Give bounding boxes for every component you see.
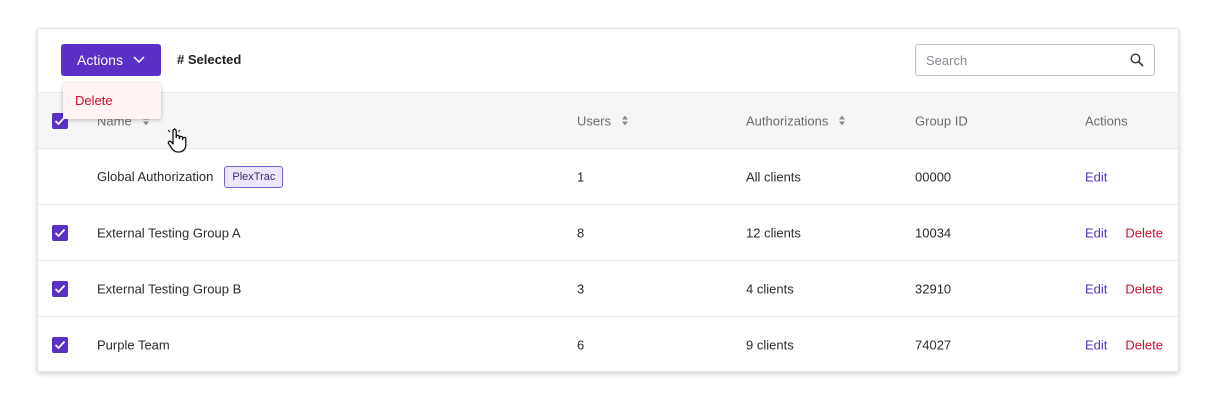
dropdown-item-delete[interactable]: Delete [75, 93, 113, 108]
column-header-users[interactable]: Users [577, 113, 629, 128]
row-group-id: 74027 [915, 337, 952, 353]
search-box[interactable] [915, 44, 1155, 76]
row-name-cell: Global Authorization PlexTrac [97, 165, 284, 188]
checkmark-icon [54, 284, 66, 293]
row-authorizations: All clients [746, 169, 801, 184]
sort-icon [839, 115, 846, 126]
table-row: Global Authorization PlexTrac 1 All clie… [38, 149, 1178, 205]
authorizations-card: Actions # Selected Name [37, 28, 1179, 372]
row-users: 8 [577, 225, 585, 240]
checkmark-icon [54, 340, 66, 350]
row-actions: Edit Delete [1085, 225, 1163, 240]
sort-icon [621, 115, 628, 126]
column-header-group-id-label: Group ID [915, 113, 968, 128]
row-checkbox[interactable] [52, 280, 68, 297]
hand-pointer-icon [167, 128, 187, 153]
plextrac-badge: PlexTrac [224, 165, 284, 188]
search-icon[interactable] [1130, 53, 1144, 67]
checkmark-icon [54, 228, 66, 237]
selected-count-label: # Selected [177, 52, 242, 67]
row-authorizations: 12 clients [746, 225, 801, 240]
edit-link[interactable]: Edit [1085, 281, 1107, 296]
row-users: 6 [577, 337, 585, 353]
table-header: Name Users Authorizations Group ID Actio… [38, 92, 1178, 149]
edit-link[interactable]: Edit [1085, 169, 1107, 184]
delete-link[interactable]: Delete [1125, 338, 1163, 353]
actions-button-label: Actions [77, 52, 123, 68]
chevron-down-icon [133, 56, 145, 64]
column-header-group-id: Group ID [915, 113, 968, 128]
column-header-actions: Actions [1085, 113, 1128, 128]
actions-dropdown-menu: Delete [63, 83, 161, 119]
row-name: Purple Team [97, 337, 170, 353]
actions-button[interactable]: Actions [61, 44, 161, 76]
toolbar: Actions # Selected [38, 29, 1178, 92]
row-name: External Testing Group B [97, 281, 242, 296]
table-row: External Testing Group B 3 4 clients 329… [38, 261, 1178, 317]
column-header-actions-label: Actions [1085, 113, 1128, 128]
row-users: 1 [577, 169, 585, 184]
authorizations-table: Name Users Authorizations Group ID Actio… [38, 92, 1178, 373]
row-name: Global Authorization [97, 169, 214, 184]
table-row: Purple Team 6 9 clients 74027 Edit Delet… [38, 317, 1178, 373]
column-header-authorizations-label: Authorizations [746, 113, 829, 128]
row-actions: Edit Delete [1085, 281, 1163, 296]
search-input[interactable] [926, 45, 1116, 75]
row-checkbox[interactable] [52, 337, 68, 353]
column-header-users-label: Users [577, 113, 611, 128]
edit-link[interactable]: Edit [1085, 338, 1107, 353]
edit-link[interactable]: Edit [1085, 225, 1107, 240]
row-name: External Testing Group A [97, 225, 241, 240]
delete-link[interactable]: Delete [1125, 281, 1163, 296]
row-authorizations: 9 clients [746, 337, 794, 353]
delete-link[interactable]: Delete [1125, 225, 1163, 240]
row-authorizations: 4 clients [746, 281, 794, 296]
table-row: External Testing Group A 8 12 clients 10… [38, 205, 1178, 261]
row-actions: Edit Delete [1085, 338, 1163, 353]
row-users: 3 [577, 281, 585, 296]
column-header-authorizations[interactable]: Authorizations [746, 113, 846, 128]
row-group-id: 32910 [915, 281, 952, 296]
row-checkbox[interactable] [52, 224, 68, 241]
row-group-id: 00000 [915, 169, 952, 184]
row-group-id: 10034 [915, 225, 952, 240]
row-actions: Edit [1085, 169, 1107, 184]
